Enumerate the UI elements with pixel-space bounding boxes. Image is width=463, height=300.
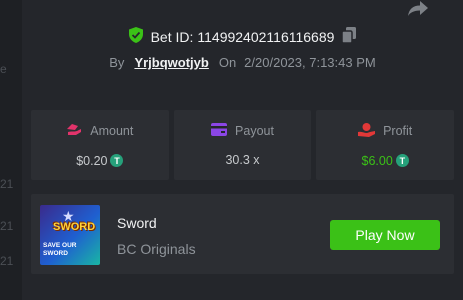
usdt-coin-icon: T [395, 154, 409, 167]
by-label: By [109, 55, 125, 70]
thumbnail-title: SWORD [53, 221, 96, 233]
share-icon[interactable] [406, 0, 430, 18]
amount-label: Amount [90, 124, 134, 138]
game-name: Sword [117, 215, 157, 231]
background-page-strip: e 21 21 21 [0, 0, 22, 300]
on-label: On [218, 55, 237, 70]
game-provider: BC Originals [117, 241, 196, 257]
background-text-fragment: 21 [0, 177, 14, 191]
bet-stats: Amount $0.20 T Payout 30.3 x Profit $6.0… [31, 110, 455, 180]
background-text-fragment: 21 [0, 219, 14, 233]
background-text-fragment: e [0, 62, 7, 76]
bet-details-panel: Bet ID: 114992402116116689 By Yrjbqwotjy… [22, 0, 463, 300]
copy-icon[interactable] [341, 27, 357, 46]
bet-id-value: 114992402116116689 [197, 28, 335, 45]
profit-card: Profit $6.00 T [316, 110, 455, 180]
amount-value: $0.20 [76, 153, 108, 168]
payout-card: Payout 30.3 x [173, 110, 312, 180]
bet-author-row: By Yrjbqwotjyb On 2/20/2023, 7:13:43 PM [22, 55, 463, 70]
profit-label: Profit [383, 124, 413, 138]
amount-card: Amount $0.20 T [31, 110, 169, 180]
shield-check-icon [128, 27, 143, 46]
bet-id-row: Bet ID: 114992402116116689 [22, 27, 463, 46]
background-text-fragment: 21 [0, 254, 14, 268]
profit-icon [358, 122, 376, 140]
play-now-button[interactable]: Play Now [330, 220, 440, 250]
payout-label: Payout [235, 124, 274, 138]
usdt-coin-icon: T [110, 154, 124, 167]
amount-icon [66, 123, 82, 140]
user-link[interactable]: Yrjbqwotjyb [134, 55, 208, 70]
game-thumbnail[interactable]: ★ SWORD SAVE OUR SWORD [40, 205, 100, 265]
bet-id-label: Bet ID: [150, 28, 194, 45]
payout-value: 30.3 x [225, 153, 260, 167]
game-card: ★ SWORD SAVE OUR SWORD Sword BC Original… [31, 194, 454, 274]
bet-datetime: 2/20/2023, 7:13:43 PM [244, 55, 376, 70]
wallet-icon [211, 123, 228, 139]
thumbnail-subtitle: SAVE OUR SWORD [43, 242, 77, 257]
profit-value: $6.00 [361, 153, 393, 168]
